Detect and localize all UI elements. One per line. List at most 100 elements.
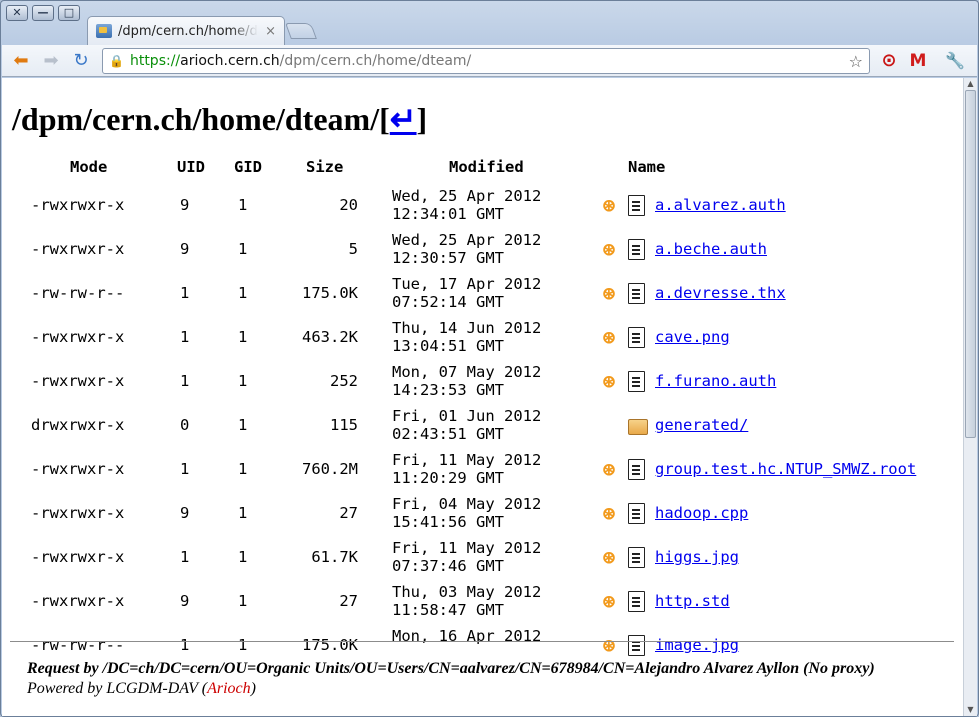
cell-mode: -rwxrwxr-x <box>31 460 125 478</box>
cell-mode: -rwxrwxr-x <box>31 504 125 522</box>
link-icon[interactable]: ⊛ <box>603 590 625 612</box>
link-icon[interactable]: ⊛ <box>603 634 625 656</box>
scroll-down-arrow-icon[interactable]: ▼ <box>964 704 977 716</box>
cell-modified: Wed, 25 Apr 2012 12:34:01 GMT <box>392 187 542 223</box>
folder-icon <box>628 419 648 435</box>
extension-adblock-icon[interactable]: ⊙ <box>878 50 900 72</box>
link-icon[interactable]: ⊛ <box>603 238 625 260</box>
address-bar[interactable]: 🔒 https:// arioch.cern.ch /dpm/cern.ch/h… <box>102 48 870 74</box>
header-uid: UID <box>177 158 205 176</box>
cell-modified: Mon, 16 Apr 2012 <box>392 627 542 645</box>
file-link[interactable]: http.std <box>655 592 730 610</box>
table-row: -rwxrwxr-x 9 1 27 Thu, 03 May 2012 11:58:47 G… <box>2 582 963 626</box>
parent-directory-link[interactable]: ↵ <box>390 101 417 137</box>
cell-size: 175.0K <box>302 636 358 654</box>
cell-icons <box>603 413 651 439</box>
cell-uid: 1 <box>180 636 190 654</box>
cell-icons: ⊛ <box>603 545 651 571</box>
cell-size: 115 <box>330 416 358 434</box>
cell-uid: 0 <box>180 416 190 434</box>
url-path: /dpm/cern.ch/home/dteam/ <box>279 53 472 69</box>
cell-mode: -rw-rw-r-- <box>31 284 125 302</box>
link-icon[interactable]: ⊛ <box>603 546 625 568</box>
table-row: drwxrwxr-x 0 1 115 Fri, 01 Jun 2012 02:43:51 … <box>2 406 963 450</box>
cell-mode: -rwxrwxr-x <box>31 592 125 610</box>
file-link[interactable]: f.furano.auth <box>655 372 776 390</box>
cell-modified: Wed, 25 Apr 2012 12:30:57 GMT <box>392 231 542 267</box>
cell-size: 252 <box>330 372 358 390</box>
file-icon <box>628 195 645 216</box>
cell-uid: 1 <box>180 284 190 302</box>
powered-by: Powered by LCGDM-DAV (Arioch) <box>27 680 256 697</box>
close-window-button[interactable]: ✕ <box>6 5 28 21</box>
file-link[interactable]: a.devresse.thx <box>655 284 786 302</box>
vertical-scrollbar[interactable]: ▲ ▼ <box>963 78 977 716</box>
table-row: -rw-rw-r-- 1 1 175.0K Tue, 17 Apr 2012 07:52:… <box>2 274 963 318</box>
bookmark-star-icon[interactable]: ☆ <box>849 52 863 71</box>
browser-toolbar: ⬅ ➡ ↻ 🔒 https:// arioch.cern.ch /dpm/cer… <box>2 45 977 77</box>
file-link[interactable]: image.jpg <box>655 636 739 654</box>
browser-window: ✕ — □ /dpm/cern.ch/home/dteam/ × ⬅ ➡ ↻ 🔒… <box>0 0 979 717</box>
cell-modified: Thu, 14 Jun 2012 13:04:51 GMT <box>392 319 542 355</box>
file-icon <box>628 547 645 568</box>
cell-gid: 1 <box>238 240 248 258</box>
cell-mode: -rwxrwxr-x <box>31 548 125 566</box>
page-title: /dpm/cern.ch/home/dteam/[↵] <box>12 101 428 137</box>
gmail-icon[interactable]: M <box>907 50 929 72</box>
new-tab-button[interactable] <box>285 23 317 39</box>
request-info: Request by /DC=ch/DC=cern/OU=Organic Uni… <box>27 660 875 677</box>
file-icon <box>628 459 645 480</box>
forward-arrow-icon[interactable]: ➡ <box>40 50 62 72</box>
tab-title: /dpm/cern.ch/home/dteam/ <box>118 23 258 39</box>
file-icon <box>628 327 645 348</box>
reload-icon[interactable]: ↻ <box>70 50 92 72</box>
footer: Request by /DC=ch/DC=cern/OU=Organic Uni… <box>27 659 875 699</box>
link-icon[interactable]: ⊛ <box>603 502 625 524</box>
cell-gid: 1 <box>238 592 248 610</box>
scroll-up-arrow-icon[interactable]: ▲ <box>964 78 977 90</box>
url-host: arioch.cern.ch <box>180 53 280 69</box>
link-icon[interactable]: ⊛ <box>603 326 625 348</box>
scrollbar-thumb[interactable] <box>965 90 976 438</box>
link-icon[interactable]: ⊛ <box>603 194 625 216</box>
cell-modified: Fri, 01 Jun 2012 02:43:51 GMT <box>392 407 542 443</box>
cell-gid: 1 <box>238 416 248 434</box>
file-link[interactable]: hadoop.cpp <box>655 504 748 522</box>
cell-size: 463.2K <box>302 328 358 346</box>
cell-size: 760.2M <box>302 460 358 478</box>
cell-modified: Thu, 03 May 2012 11:58:47 GMT <box>392 583 542 619</box>
file-icon <box>628 503 645 524</box>
cell-modified: Fri, 04 May 2012 15:41:56 GMT <box>392 495 542 531</box>
browser-tab[interactable]: /dpm/cern.ch/home/dteam/ × <box>87 16 285 45</box>
table-row: -rwxrwxr-x 1 1 252 Mon, 07 May 2012 14:23:53 … <box>2 362 963 406</box>
cell-gid: 1 <box>238 548 248 566</box>
file-link[interactable]: group.test.hc.NTUP_SMWZ.root <box>655 460 916 478</box>
file-link[interactable]: a.alvarez.auth <box>655 196 786 214</box>
back-arrow-icon[interactable]: ⬅ <box>10 50 32 72</box>
minimize-window-button[interactable]: — <box>32 5 54 21</box>
link-icon[interactable]: ⊛ <box>603 458 625 480</box>
file-link[interactable]: generated/ <box>655 416 748 434</box>
table-row: -rwxrwxr-x 1 1 61.7K Fri, 11 May 2012 07:37:4… <box>2 538 963 582</box>
cell-uid: 9 <box>180 504 190 522</box>
link-icon[interactable]: ⊛ <box>603 370 625 392</box>
file-icon <box>628 591 645 612</box>
file-icon <box>628 239 645 260</box>
cell-gid: 1 <box>238 196 248 214</box>
cell-uid: 1 <box>180 548 190 566</box>
table-row: -rwxrwxr-x 9 1 27 Fri, 04 May 2012 15:41:56 G… <box>2 494 963 538</box>
maximize-window-button[interactable]: □ <box>58 5 80 21</box>
header-mode: Mode <box>70 158 108 176</box>
tab-close-button[interactable]: × <box>265 24 276 39</box>
wrench-menu-icon[interactable]: 🔧 <box>944 50 966 72</box>
cell-uid: 9 <box>180 240 190 258</box>
file-link[interactable]: a.beche.auth <box>655 240 767 258</box>
cell-size: 27 <box>339 504 358 522</box>
link-icon[interactable]: ⊛ <box>603 282 625 304</box>
cell-uid: 9 <box>180 196 190 214</box>
file-link[interactable]: cave.png <box>655 328 730 346</box>
cell-size: 5 <box>348 240 358 258</box>
file-link[interactable]: higgs.jpg <box>655 548 739 566</box>
url-protocol: https:// <box>129 53 181 69</box>
cell-uid: 1 <box>180 460 190 478</box>
